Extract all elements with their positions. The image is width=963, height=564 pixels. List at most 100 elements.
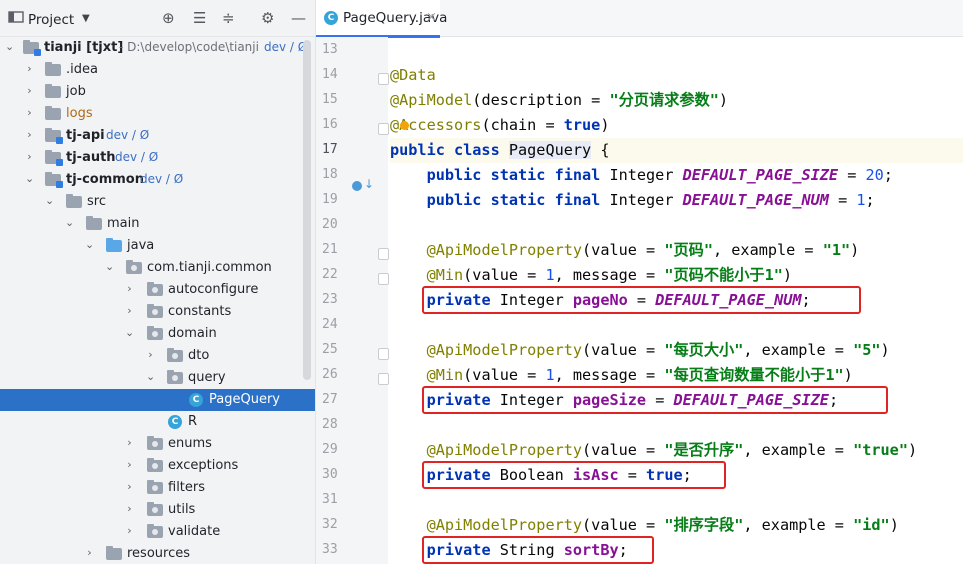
chevron-down-icon[interactable]: ⌄ [105,261,114,273]
line-number: 20 [322,217,338,232]
editor-tab-bar: C PageQuery.java × [316,0,963,38]
line-number-current: 17 [322,142,338,157]
tree-item-label: exceptions [168,458,239,473]
chevron-right-icon[interactable]: › [125,459,134,471]
tree-item-package-common[interactable]: ⌄ com.tianji.common [0,257,315,279]
code-text: = [838,166,866,184]
editor-tab-pagequery[interactable]: C PageQuery.java × [316,0,447,38]
fold-marker-icon[interactable] [378,273,389,285]
implemented-icon[interactable] [352,181,362,191]
project-view-icon[interactable] [8,10,24,24]
project-scrollbar[interactable] [303,40,311,380]
tree-item-autoconfigure[interactable]: › autoconfigure [0,279,315,301]
chevron-right-icon[interactable]: › [25,107,34,119]
tree-item-dto[interactable]: › dto [0,345,315,367]
target-icon[interactable]: ⊕ [162,9,175,27]
minimize-icon[interactable]: — [291,9,306,27]
tree-item-query[interactable]: ⌄ query [0,367,315,389]
annotation: @Min [426,266,464,284]
line-number: 18 [322,167,338,182]
tree-item-resources[interactable]: › resources [0,543,315,564]
chevron-right-icon[interactable]: › [125,503,134,515]
chevron-right-icon[interactable]: › [125,481,134,493]
tree-item-label: com.tianji.common [147,260,272,275]
chevron-down-icon[interactable]: ⌄ [45,195,54,207]
tree-item-pagequery[interactable]: C PageQuery [0,389,315,411]
chevron-down-icon[interactable]: ⌄ [125,327,134,339]
code-text: ) [850,241,860,259]
string-literal: "分页请求参数" [609,91,719,109]
tree-item-constants[interactable]: › constants [0,301,315,323]
tree-item-logs[interactable]: › logs [0,103,315,125]
chevron-right-icon[interactable]: › [25,63,34,75]
fold-marker-icon[interactable] [378,373,389,385]
code-line-16: @Accessors(chain = true) [390,113,963,138]
tree-item-label: .idea [66,62,98,77]
tree-item-tj-common[interactable]: ⌄ tj-common dev / Ø [0,169,315,191]
line-number: 25 [322,342,338,357]
tree-item-utils[interactable]: › utils [0,499,315,521]
module-folder-icon [23,40,41,56]
chevron-right-icon[interactable]: › [25,151,34,163]
project-view-title[interactable]: Project [28,12,74,28]
tree-item-tj-auth[interactable]: › tj-auth dev / Ø [0,147,315,169]
tree-item-java[interactable]: ⌄ java [0,235,315,257]
chevron-right-icon[interactable]: › [25,85,34,97]
tree-item-src[interactable]: ⌄ src [0,191,315,213]
tree-item-filters[interactable]: › filters [0,477,315,499]
code-editor[interactable]: C PageQuery.java × 13 14 15 16 17 18 19 … [316,0,963,564]
class-icon: C [324,11,338,25]
fold-marker-icon[interactable] [378,123,389,135]
annotation: @ApiModelProperty [426,441,583,459]
tree-item-validate[interactable]: › validate [0,521,315,543]
tree-item-enums[interactable]: › enums [0,433,315,455]
expand-all-icon[interactable]: ☰ [193,9,206,27]
tree-item-label: java [127,238,155,253]
code-area[interactable]: @Data @ApiModel(description = "分页请求参数") … [390,37,963,564]
project-panel: Project ▼ ⊕ ☰ ≑ ⚙ — ⌄ tianji [tjxt] - D:… [0,0,316,564]
tree-item-job[interactable]: › job [0,81,315,103]
arrow-down-icon[interactable]: ↓ [364,177,374,191]
chevron-right-icon[interactable]: › [85,547,94,559]
code-text: , example = [743,341,854,359]
chevron-right-icon[interactable]: › [146,349,155,361]
chevron-right-icon[interactable]: › [125,437,134,449]
git-branch: dev / Ø [264,40,308,54]
chevron-down-icon[interactable]: ⌄ [85,239,94,251]
fold-marker-icon[interactable] [378,248,389,260]
collapse-all-icon[interactable]: ≑ [222,9,235,27]
chevron-down-icon[interactable]: ⌄ [5,41,14,53]
code-line-18: public static final Integer DEFAULT_PAGE… [390,163,963,188]
close-icon[interactable]: × [426,10,437,25]
gear-icon[interactable]: ⚙ [261,9,274,27]
tree-item-r[interactable]: C R [0,411,315,433]
string-literal: "页码" [664,241,713,259]
code-line-22: @Min(value = 1, message = "页码不能小于1") [390,263,963,288]
line-number: 15 [322,92,338,107]
code-line-19: public static final Integer DEFAULT_PAGE… [390,188,963,213]
code-text: , example = [743,441,854,459]
chevron-down-icon[interactable]: ⌄ [65,217,74,229]
chevron-down-icon[interactable]: ⌄ [146,371,155,383]
tree-item-main[interactable]: ⌄ main [0,213,315,235]
chevron-down-icon[interactable]: ▼ [82,13,90,24]
fold-marker-icon[interactable] [378,348,389,360]
lightbulb-icon[interactable] [400,121,409,130]
chevron-right-icon[interactable]: › [125,283,134,295]
tree-item-label: enums [168,436,212,451]
tree-item-idea[interactable]: › .idea [0,59,315,81]
tree-item-exceptions[interactable]: › exceptions [0,455,315,477]
source-folder-icon [106,238,122,252]
chevron-down-icon[interactable]: ⌄ [25,173,34,185]
chevron-right-icon[interactable]: › [25,129,34,141]
tree-item-tianji[interactable]: ⌄ tianji [tjxt] - D:\develop\code\tianji… [0,37,315,59]
tree-item-tj-api[interactable]: › tj-api dev / Ø [0,125,315,147]
line-number: 29 [322,442,338,457]
class-icon: C [168,415,182,429]
fold-marker-icon[interactable] [378,73,389,85]
chevron-right-icon[interactable]: › [125,305,134,317]
string-literal: "页码不能小于1" [664,266,783,284]
tree-item-domain[interactable]: ⌄ domain [0,323,315,345]
tree-item-label: tianji [tjxt] [44,40,124,55]
chevron-right-icon[interactable]: › [125,525,134,537]
